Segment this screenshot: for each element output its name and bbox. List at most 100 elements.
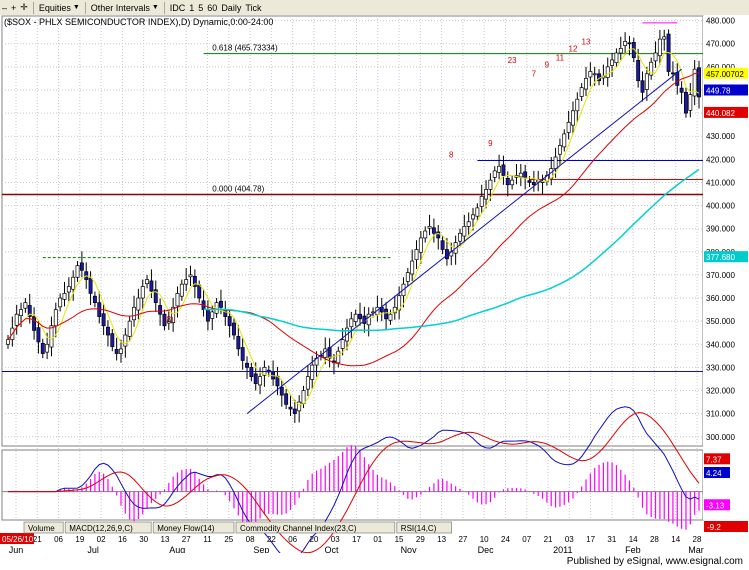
candle-body [510, 179, 515, 186]
candle-body [562, 133, 567, 148]
candle-body [605, 66, 610, 78]
price-tick-label: 350.000 [706, 317, 735, 326]
candle-body [644, 73, 649, 90]
candle-body [232, 322, 236, 336]
interval-daily[interactable]: Daily [219, 0, 243, 15]
count-marker: 11 [556, 54, 565, 63]
candle-body [405, 272, 410, 282]
price-tick-label: 410.000 [706, 178, 735, 187]
candle-body [423, 230, 428, 239]
candle-body [288, 406, 293, 410]
date-tick-label: 08 [246, 535, 255, 544]
date-tick-label: 16 [118, 535, 127, 544]
date-tick-label: 10 [480, 535, 489, 544]
start-date-label: 05/26/10 [2, 535, 34, 544]
interval-60[interactable]: 60 [205, 0, 219, 15]
price-label-text: 449.78 [706, 86, 731, 95]
date-tick-label: 24 [501, 535, 510, 544]
candle-body [471, 214, 475, 220]
indicator-label-text: 4.24 [706, 469, 722, 478]
candle-body [88, 277, 93, 294]
candle-body [71, 276, 76, 290]
date-tick-label: 25 [224, 535, 233, 544]
candle-body [575, 98, 580, 112]
candle-body [305, 376, 310, 390]
candle-body [592, 73, 597, 76]
candle-body [653, 52, 658, 62]
candle-body [218, 300, 223, 308]
indicator-tab-label: Commodity Channel Index(23,C) [240, 524, 357, 533]
date-tick-label: 30 [139, 535, 148, 544]
plus-icon[interactable]: + [9, 0, 18, 15]
interval-tick[interactable]: Tick [243, 0, 263, 15]
candle-body [92, 295, 97, 304]
candle-body [492, 170, 497, 178]
date-tick-label: 01 [373, 535, 382, 544]
candle-body [466, 221, 471, 227]
other-intervals-dropdown[interactable]: Other Intervals ▼ [89, 0, 161, 15]
candle-body [210, 311, 215, 319]
candle-body [127, 320, 132, 337]
candle-body [484, 189, 489, 200]
candle-body [414, 249, 419, 261]
candle-body [462, 226, 467, 237]
candle-body [136, 297, 141, 311]
price-tick-label: 360.000 [706, 294, 735, 303]
date-tick-label: 03 [331, 535, 340, 544]
candle-body [6, 339, 10, 345]
date-tick-label: 15 [395, 535, 404, 544]
candle-body [175, 293, 180, 307]
candle-body [584, 78, 588, 90]
date-tick-label: 29 [416, 535, 425, 544]
price-chart: 0721061902163013271125082206200317011529… [0, 15, 749, 553]
candle-body [245, 362, 249, 368]
price-label-text: 377.680 [706, 253, 735, 262]
candle-body [110, 333, 115, 347]
date-tick-label: 17 [586, 535, 595, 544]
oscillator-value-text: -9.2 [707, 523, 721, 532]
month-label: Dec [478, 545, 495, 553]
candle-body [132, 306, 136, 321]
interval-idc[interactable]: IDC [168, 0, 188, 15]
date-tick-label: 21 [33, 535, 42, 544]
candle-body [279, 386, 284, 396]
candle-body [458, 232, 462, 242]
candle-body [358, 313, 362, 320]
candle-body [497, 165, 502, 173]
candle-body [49, 325, 54, 348]
candle-body [14, 313, 19, 326]
date-tick-label: 17 [352, 535, 361, 544]
date-tick-label: 31 [607, 535, 616, 544]
interval-1[interactable]: 1 [187, 0, 196, 15]
candle-body [205, 309, 210, 322]
candle-body [119, 348, 123, 354]
candle-body [23, 302, 28, 309]
indicator-tab-label: Volume [28, 524, 55, 533]
candle-body [40, 343, 45, 354]
crosshair-icon[interactable]: ✛ [18, 0, 30, 15]
candle-body [475, 207, 480, 217]
price-tick-label: 310.000 [706, 410, 735, 419]
chevron-down-icon: ▼ [72, 4, 80, 11]
month-label: 2011 [553, 545, 572, 553]
candle-body [657, 38, 662, 57]
date-tick-label: 21 [544, 535, 553, 544]
candle-body [553, 156, 558, 169]
publisher-credit: Published by eSignal, www.esignal.com [566, 556, 743, 567]
equities-dropdown[interactable]: Equities ▼ [37, 0, 82, 15]
candle-body [505, 177, 510, 186]
minus-icon[interactable]: – [0, 0, 9, 15]
candle-body [623, 41, 628, 46]
count-marker: 8 [449, 151, 454, 160]
candle-body [36, 327, 41, 343]
price-tick-label: 470.000 [706, 40, 735, 49]
candle-body [427, 226, 432, 229]
date-tick-label: 13 [161, 535, 170, 544]
price-tick-label: 320.000 [706, 387, 735, 396]
candle-body [571, 110, 575, 126]
interval-5[interactable]: 5 [196, 0, 205, 15]
indicator-label-text: 7.37 [706, 455, 722, 464]
candle-body [501, 164, 506, 176]
candle-body [32, 316, 37, 331]
candle-body [488, 179, 493, 190]
